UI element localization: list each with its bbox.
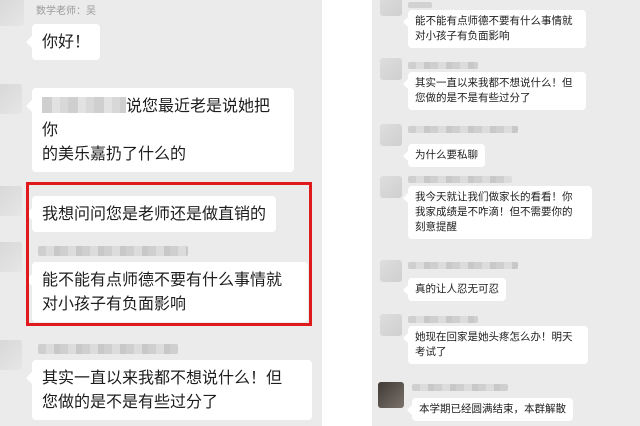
message-text: 对小孩子有负面影响 bbox=[415, 30, 510, 42]
avatar[interactable] bbox=[380, 58, 402, 80]
message-text: 的美乐嘉扔了什么的 bbox=[42, 144, 187, 163]
avatar[interactable] bbox=[380, 314, 402, 336]
message-bubble[interactable]: 其实一直以来我都不想说什么！但 您做的是不是有些过分了 bbox=[26, 360, 312, 420]
redacted-nickname bbox=[412, 384, 508, 391]
avatar[interactable] bbox=[380, 176, 402, 198]
redacted-nickname bbox=[408, 2, 432, 8]
divider bbox=[322, 0, 372, 426]
message-bubble[interactable]: 能不能有点师德不要有什么事情就 对小孩子有负面影响 bbox=[403, 10, 586, 48]
message-text: 其实一直以来我都不想说什么！但 bbox=[42, 368, 283, 387]
avatar[interactable] bbox=[0, 84, 22, 114]
right-chat-pane: 能不能有点师德不要有什么事情就 对小孩子有负面影响 其实一直以来我都不想说什么！… bbox=[372, 0, 640, 426]
message-bubble[interactable]: 我今天就让我们做家长的看看！你 我家成绩是不咋滴！但不需要你的 刻意提醒 bbox=[403, 186, 592, 239]
message-bubble[interactable]: 本学期已经圆满结束，本群解散 bbox=[407, 398, 573, 421]
redacted-nickname bbox=[408, 62, 478, 69]
redacted-nickname bbox=[38, 344, 178, 354]
message-bubble[interactable]: 她现在回家是她头疼怎么办！明天 考试了 bbox=[403, 326, 588, 364]
avatar[interactable] bbox=[380, 124, 402, 146]
message-bubble[interactable]: 其实一直以来我都不想说什么！但 您做的是不是有些过分了 bbox=[403, 72, 586, 110]
message-text: 您做的是不是有些过分了 bbox=[415, 92, 531, 104]
avatar[interactable] bbox=[0, 340, 22, 370]
message-text: 我家成绩是不咋滴！但不需要你的 bbox=[415, 206, 573, 218]
avatar[interactable] bbox=[378, 382, 404, 408]
redacted-name bbox=[42, 97, 126, 113]
avatar[interactable] bbox=[0, 186, 22, 216]
message-text: 我今天就让我们做家长的看看！你 bbox=[415, 191, 573, 203]
redacted-nickname bbox=[408, 316, 478, 323]
message-text: 其实一直以来我都不想说什么！但 bbox=[415, 77, 573, 89]
message-text: 考试了 bbox=[415, 346, 447, 358]
message-text: 真的让人忍无可忍 bbox=[415, 283, 499, 295]
message-bubble[interactable]: 真的让人忍无可忍 bbox=[403, 278, 506, 301]
avatar[interactable] bbox=[0, 0, 24, 26]
sender-label: 数学老师：吴 bbox=[36, 6, 96, 17]
message-text: 她现在回家是她头疼怎么办！明天 bbox=[415, 331, 573, 343]
redacted-nickname bbox=[408, 262, 518, 269]
message-text: 本学期已经圆满结束，本群解散 bbox=[419, 403, 566, 415]
avatar[interactable] bbox=[0, 242, 22, 272]
message-text: 你好！ bbox=[42, 32, 91, 51]
message-bubble[interactable]: 你好！ bbox=[25, 24, 101, 60]
redacted-nickname bbox=[408, 126, 518, 133]
redacted-nickname bbox=[408, 176, 512, 183]
left-chat-pane: 数学老师：吴 你好！ 说您最近老是说她把你 的美乐嘉扔了什么的 我想问问您是老师… bbox=[0, 0, 322, 426]
avatar[interactable] bbox=[380, 0, 402, 16]
message-bubble[interactable]: 为什么要私聊 bbox=[403, 144, 485, 167]
avatar[interactable] bbox=[380, 260, 402, 282]
highlight-frame bbox=[26, 182, 312, 326]
message-text: 能不能有点师德不要有什么事情就 bbox=[415, 15, 573, 27]
message-text: 为什么要私聊 bbox=[415, 149, 478, 161]
message-text: 刻意提醒 bbox=[415, 221, 457, 233]
message-text: 您做的是不是有些过分了 bbox=[42, 392, 219, 411]
message-bubble[interactable]: 说您最近老是说她把你 的美乐嘉扔了什么的 bbox=[26, 88, 294, 172]
